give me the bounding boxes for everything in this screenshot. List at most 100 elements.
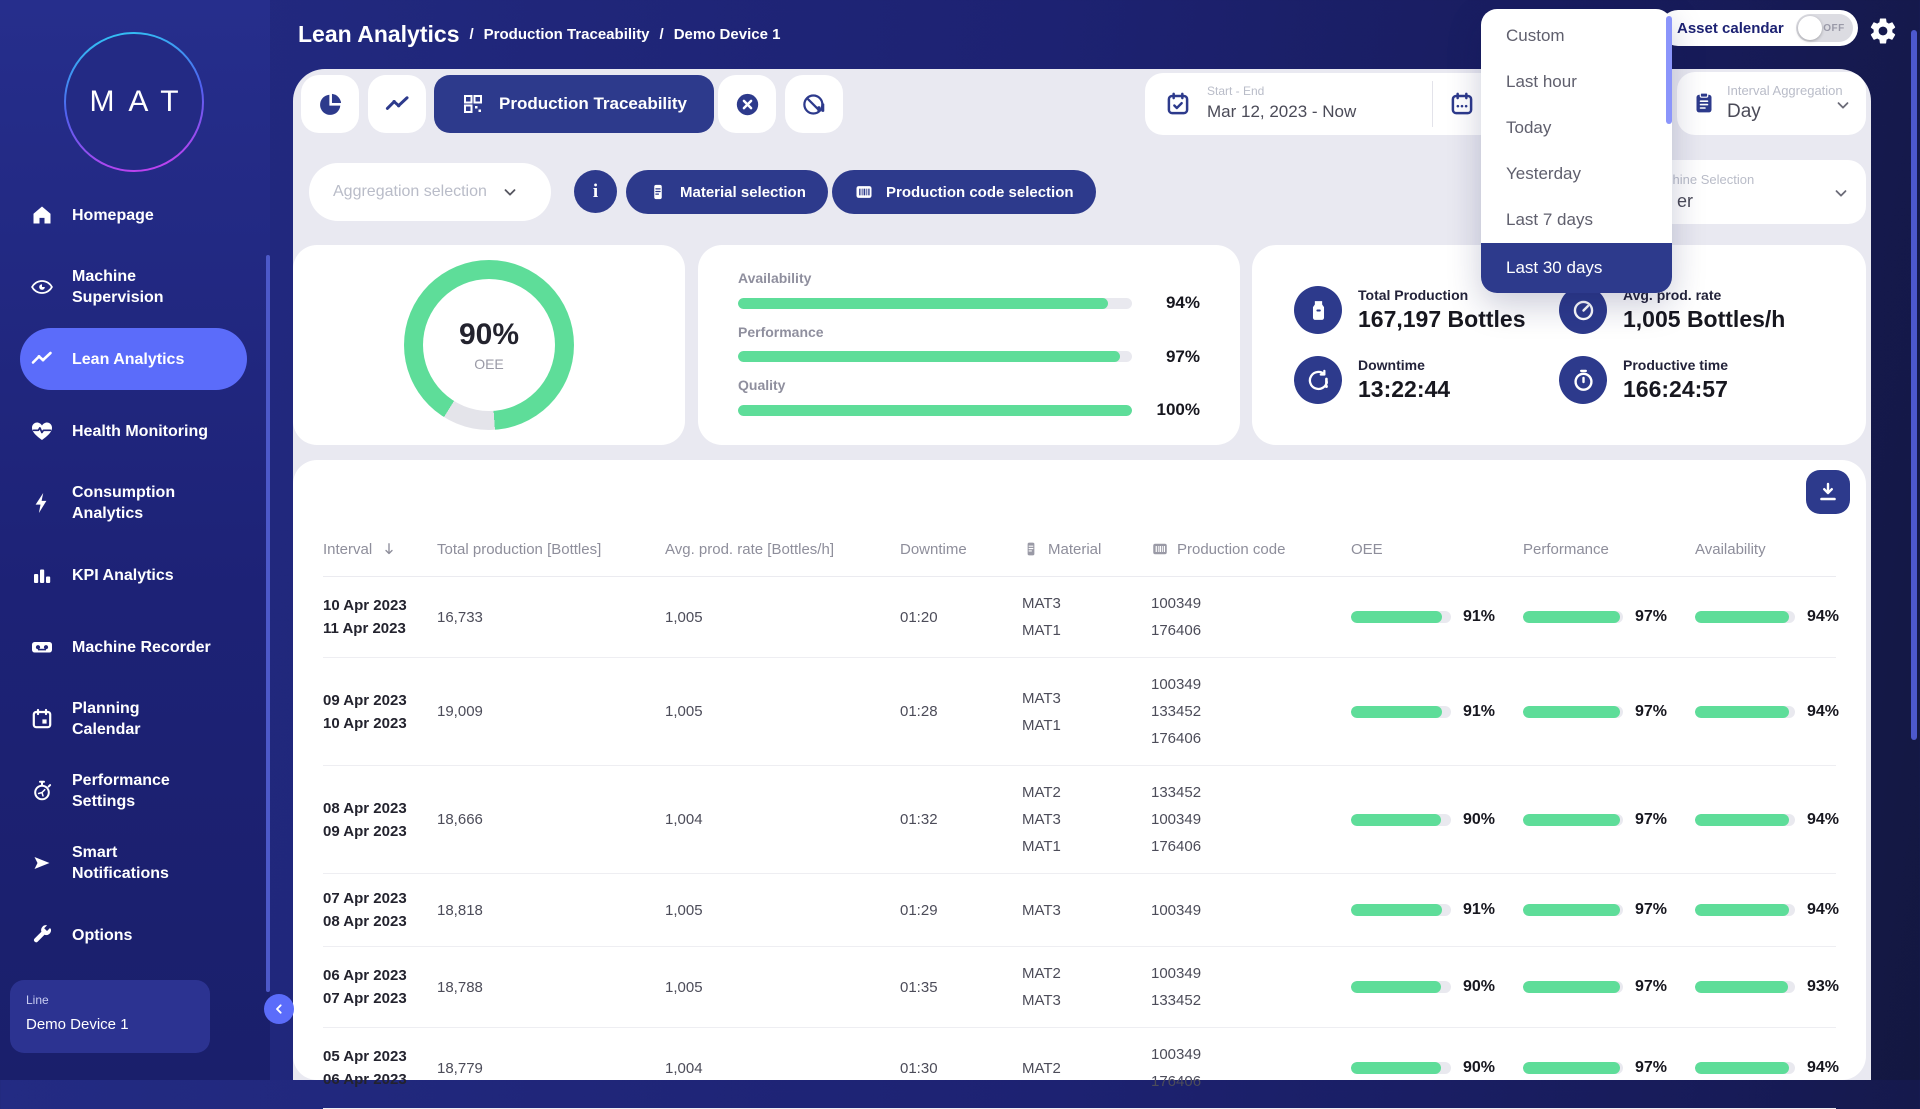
production-code-selection-label: Production code selection xyxy=(886,184,1074,201)
breadcrumb-item-device[interactable]: Demo Device 1 xyxy=(674,26,781,43)
bottle-icon xyxy=(1294,286,1342,334)
asset-calendar-control: Asset calendar OFF xyxy=(1660,10,1858,46)
cell-availability: 94% xyxy=(1695,901,1839,919)
column-header-interval[interactable]: Interval xyxy=(323,540,437,558)
production-table-card: IntervalTotal production [Bottles]Avg. p… xyxy=(293,460,1866,1080)
stat-label: Productive time xyxy=(1623,357,1728,373)
sidebar-item-consumption-analytics[interactable]: Consumption Analytics xyxy=(0,467,270,539)
progress-track xyxy=(1523,981,1623,993)
progress-track xyxy=(738,298,1132,309)
progress-track xyxy=(1351,706,1451,718)
breadcrumb-item-traceability[interactable]: Production Traceability xyxy=(484,26,650,43)
cell-interval: 09 Apr 202310 Apr 2023 xyxy=(323,689,437,735)
kpi-bars-card: Availability 94%Performance 97%Quality 1… xyxy=(698,245,1240,445)
oee-gauge-ring: 90% OEE xyxy=(404,260,574,430)
material-selection-button[interactable]: Material selection xyxy=(626,170,828,214)
line-chart-icon xyxy=(384,91,411,118)
dropdown-option-today[interactable]: Today xyxy=(1481,105,1672,151)
table-row: 07 Apr 202308 Apr 2023 18,818 1,005 01:2… xyxy=(323,874,1836,947)
progress-track xyxy=(1351,981,1451,993)
column-label: OEE xyxy=(1351,541,1383,558)
date-range-value: Mar 12, 2023 - Now xyxy=(1207,102,1356,122)
sidebar-item-lean-analytics[interactable]: Lean Analytics xyxy=(0,323,270,395)
material-selection-label: Material selection xyxy=(680,184,806,201)
percent-value: 90% xyxy=(1463,811,1495,829)
cell-performance: 97% xyxy=(1523,1059,1695,1077)
cell-total-production: 19,009 xyxy=(437,698,665,725)
interval-aggregation-select[interactable]: Interval Aggregation Day xyxy=(1677,72,1866,135)
column-header-avg-prod-rate-bottles-h-: Avg. prod. rate [Bottles/h] xyxy=(665,541,900,558)
sidebar-item-health-monitoring[interactable]: Health Monitoring xyxy=(0,395,270,467)
aggregation-select[interactable]: Aggregation selection xyxy=(309,163,551,221)
sidebar-item-machine-recorder[interactable]: Machine Recorder xyxy=(0,611,270,683)
progress-track xyxy=(1695,611,1795,623)
progress-fill xyxy=(1351,981,1441,993)
trend-icon xyxy=(30,347,54,371)
percent-value: 94% xyxy=(1807,703,1839,721)
sidebar-item-performance-settings[interactable]: Performance Settings xyxy=(0,755,270,827)
production-code-selection-button[interactable]: Production code selection xyxy=(832,170,1096,214)
info-button[interactable] xyxy=(574,170,617,213)
line-view-button[interactable] xyxy=(368,75,426,133)
dropdown-option-custom[interactable]: Custom xyxy=(1481,13,1672,59)
progress-fill xyxy=(1523,904,1620,916)
sidebar-item-homepage[interactable]: Homepage xyxy=(0,179,270,251)
sidebar-item-kpi-analytics[interactable]: KPI Analytics xyxy=(0,539,270,611)
sidebar-collapse-button[interactable] xyxy=(264,994,294,1024)
cell-material: MAT2MAT3 xyxy=(1022,960,1151,1014)
percent-value: 90% xyxy=(1463,978,1495,996)
divider xyxy=(1432,81,1433,127)
progress-track xyxy=(1351,904,1451,916)
cell-performance: 97% xyxy=(1523,978,1695,996)
dropdown-option-last-hour[interactable]: Last hour xyxy=(1481,59,1672,105)
progress-fill xyxy=(1523,706,1620,718)
cell-performance: 97% xyxy=(1523,811,1695,829)
sort-desc-icon xyxy=(380,540,398,558)
stopwatch-icon xyxy=(1559,356,1607,404)
no-chart-button[interactable] xyxy=(785,75,843,133)
settings-button[interactable] xyxy=(1868,15,1900,47)
breadcrumb: Lean Analytics / Production Traceability… xyxy=(298,0,780,69)
progress-fill xyxy=(1351,1062,1441,1074)
percent-value: 94% xyxy=(1807,608,1839,626)
progress-fill xyxy=(1523,981,1620,993)
calendar-preset-icon[interactable] xyxy=(1449,91,1475,117)
gauge-icon xyxy=(1559,286,1607,334)
cell-downtime: 01:28 xyxy=(900,698,1022,725)
percent-value: 94% xyxy=(1807,901,1839,919)
sidebar-item-smart-notifications[interactable]: Smart Notifications xyxy=(0,827,270,899)
sidebar-item-options[interactable]: Options xyxy=(0,899,270,971)
date-range-picker[interactable]: Start - End Mar 12, 2023 - Now xyxy=(1145,73,1513,135)
stat-value: 13:22:44 xyxy=(1358,376,1450,403)
sidebar-scrollbar[interactable] xyxy=(266,255,270,992)
cell-avg-prod-rate: 1,005 xyxy=(665,897,900,924)
chevron-down-icon xyxy=(501,183,519,201)
percent-value: 97% xyxy=(1635,608,1667,626)
sidebar-item-machine-supervision[interactable]: Machine Supervision xyxy=(0,251,270,323)
cell-interval: 07 Apr 202308 Apr 2023 xyxy=(323,887,437,933)
production-traceability-tab[interactable]: Production Traceability xyxy=(434,75,714,133)
table-row: 05 Apr 202306 Apr 2023 18,779 1,004 01:3… xyxy=(323,1028,1836,1109)
device-selector[interactable]: Line Demo Device 1 xyxy=(10,980,210,1053)
asset-calendar-toggle[interactable]: OFF xyxy=(1796,14,1853,42)
pie-view-button[interactable] xyxy=(301,75,359,133)
asset-calendar-label: Asset calendar xyxy=(1677,20,1784,37)
dropdown-scrollbar[interactable] xyxy=(1666,16,1672,124)
eye-icon xyxy=(30,275,54,299)
clear-view-button[interactable] xyxy=(718,75,776,133)
cell-interval: 08 Apr 202309 Apr 2023 xyxy=(323,797,437,843)
table-row: 10 Apr 202311 Apr 2023 16,733 1,005 01:2… xyxy=(323,577,1836,658)
toggle-state-label: OFF xyxy=(1823,23,1845,34)
bolt-icon xyxy=(30,491,54,515)
sidebar-item-label: Options xyxy=(72,925,132,946)
device-selector-value: Demo Device 1 xyxy=(26,1016,194,1033)
dropdown-option-yesterday[interactable]: Yesterday xyxy=(1481,151,1672,197)
download-button[interactable] xyxy=(1806,470,1850,514)
dropdown-option-last-30-days[interactable]: Last 30 days xyxy=(1481,243,1672,293)
sidebar-item-planning-calendar[interactable]: Planning Calendar xyxy=(0,683,270,755)
progress-fill xyxy=(738,298,1108,309)
page-scrollbar[interactable] xyxy=(1911,30,1917,740)
heart-pulse-icon xyxy=(30,419,54,443)
progress-fill xyxy=(738,405,1132,416)
dropdown-option-last-7-days[interactable]: Last 7 days xyxy=(1481,197,1672,243)
